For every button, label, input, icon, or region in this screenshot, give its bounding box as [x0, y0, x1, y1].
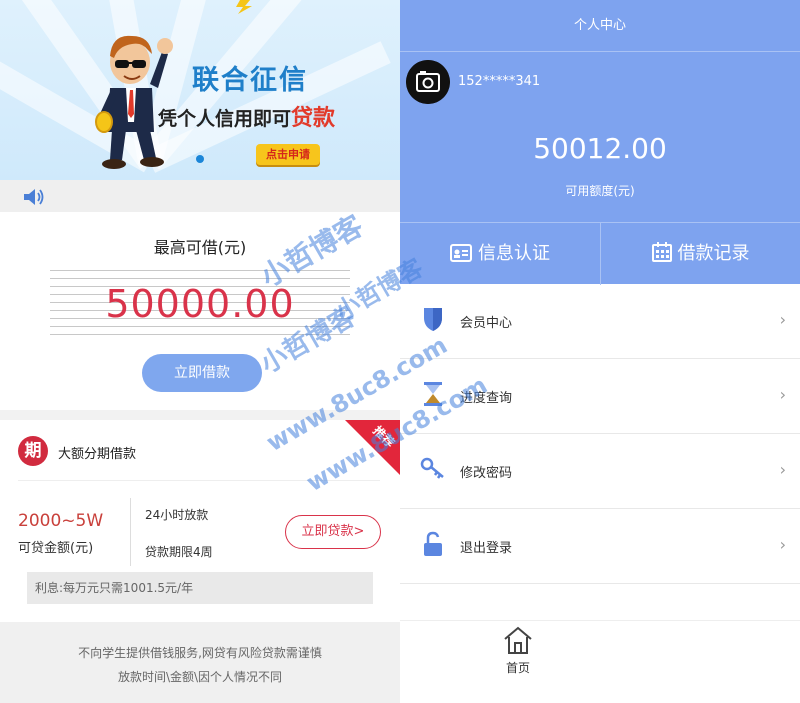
personal-center-screen: 个人中心 152*****341 50012.00 可用额度(元) 信息认证 借… [400, 0, 800, 703]
key-icon [420, 457, 444, 479]
loan-records-button[interactable]: 借款记录 [600, 223, 800, 285]
account-menu: 会员中心 › 进度查询 › 修改密码 › 退出登录 › [400, 284, 800, 584]
banner-apply-button[interactable]: 点击申请 [256, 144, 320, 165]
max-loan-label: 最高可借(元) [153, 238, 247, 257]
menu-item-member-center[interactable]: 会员中心 › [400, 284, 800, 359]
action-bar: 信息认证 借款记录 [400, 222, 800, 285]
max-loan-card: 最高可借(元) 50000.00 立即借款 [0, 212, 400, 410]
calendar-icon [651, 242, 672, 262]
menu-item-change-password[interactable]: 修改密码 › [400, 434, 800, 509]
banner-subtitle-prefix: 凭个人信用即可 [158, 108, 292, 130]
chevron-right-icon: › [779, 535, 786, 554]
chevron-right-icon: › [779, 460, 786, 479]
menu-item-progress-query[interactable]: 进度查询 › [400, 359, 800, 434]
speaker-icon [24, 189, 44, 205]
menu-item-logout[interactable]: 退出登录 › [400, 509, 800, 584]
menu-label: 进度查询 [460, 391, 513, 406]
risk-disclaimer: 不向学生提供借钱服务,网贷有风险贷款需谨慎 放款时间\金额\因个人情况不同 [0, 622, 400, 703]
loan-records-label: 借款记录 [677, 243, 750, 264]
menu-label: 修改密码 [460, 466, 513, 481]
loan-amount-range: 2000~5W [18, 511, 104, 531]
tab-home[interactable]: 首页 [490, 625, 546, 685]
notice-bar [0, 180, 400, 212]
installment-product-card[interactable]: 期 大额分期借款 推荐 2000~5W 可贷金额(元) 24小时放款 贷款期限4… [0, 420, 400, 622]
vertical-divider [130, 498, 131, 566]
page-title: 个人中心 [400, 0, 800, 52]
info-verification-button[interactable]: 信息认证 [400, 223, 600, 285]
product-title: 大额分期借款 [58, 447, 137, 462]
menu-label: 会员中心 [460, 316, 513, 331]
recommend-ribbon [345, 420, 400, 475]
chevron-right-icon: › [779, 385, 786, 404]
apply-loan-button[interactable]: 立即贷款> [285, 515, 381, 549]
businessman-illustration [95, 35, 173, 169]
chevron-right-icon: › [779, 310, 786, 329]
lightning-icon [236, 0, 252, 14]
available-credit: 50012.00 [533, 132, 667, 165]
product-badge: 期 [18, 436, 48, 466]
avatar[interactable] [406, 60, 450, 104]
carousel-dot[interactable] [196, 155, 204, 163]
menu-label: 退出登录 [460, 541, 513, 556]
unlock-icon [424, 531, 442, 556]
loan-home-screen: 联合征信 凭个人信用即可贷款 点击申请 最高可借(元) 50000.00 立即借… [0, 0, 400, 703]
disclaimer-line-2: 放款时间\金额\因个人情况不同 [117, 670, 283, 684]
id-card-icon [450, 244, 472, 262]
banner-subtitle-highlight: 贷款 [291, 106, 336, 131]
banner-subtitle: 凭个人信用即可贷款 [158, 100, 335, 132]
feature-fast-payout: 24小时放款 [145, 508, 209, 522]
interest-info: 利息:每万元只需1001.5元/年 [27, 572, 373, 604]
promo-banner[interactable]: 联合征信 凭个人信用即可贷款 点击申请 [0, 0, 400, 180]
max-loan-amount: 50000.00 [105, 282, 295, 326]
shield-icon [424, 308, 442, 331]
profile-summary: 152*****341 50012.00 可用额度(元) [400, 52, 800, 222]
disclaimer-line-1: 不向学生提供借钱服务,网贷有风险贷款需谨慎 [78, 646, 322, 660]
feature-loan-term: 贷款期限4周 [145, 545, 213, 559]
home-icon [504, 626, 532, 654]
tab-home-label: 首页 [505, 661, 530, 675]
divider [18, 480, 380, 481]
bottom-tab-bar: 首页 [400, 620, 800, 703]
banner-title: 联合征信 [192, 65, 308, 96]
info-verification-label: 信息认证 [478, 243, 550, 264]
user-phone: 152*****341 [458, 74, 541, 89]
hourglass-icon [424, 382, 442, 406]
loan-amount-label: 可贷金额(元) [18, 541, 94, 556]
available-credit-label: 可用额度(元) [565, 184, 635, 198]
borrow-now-button[interactable]: 立即借款 [142, 354, 262, 392]
